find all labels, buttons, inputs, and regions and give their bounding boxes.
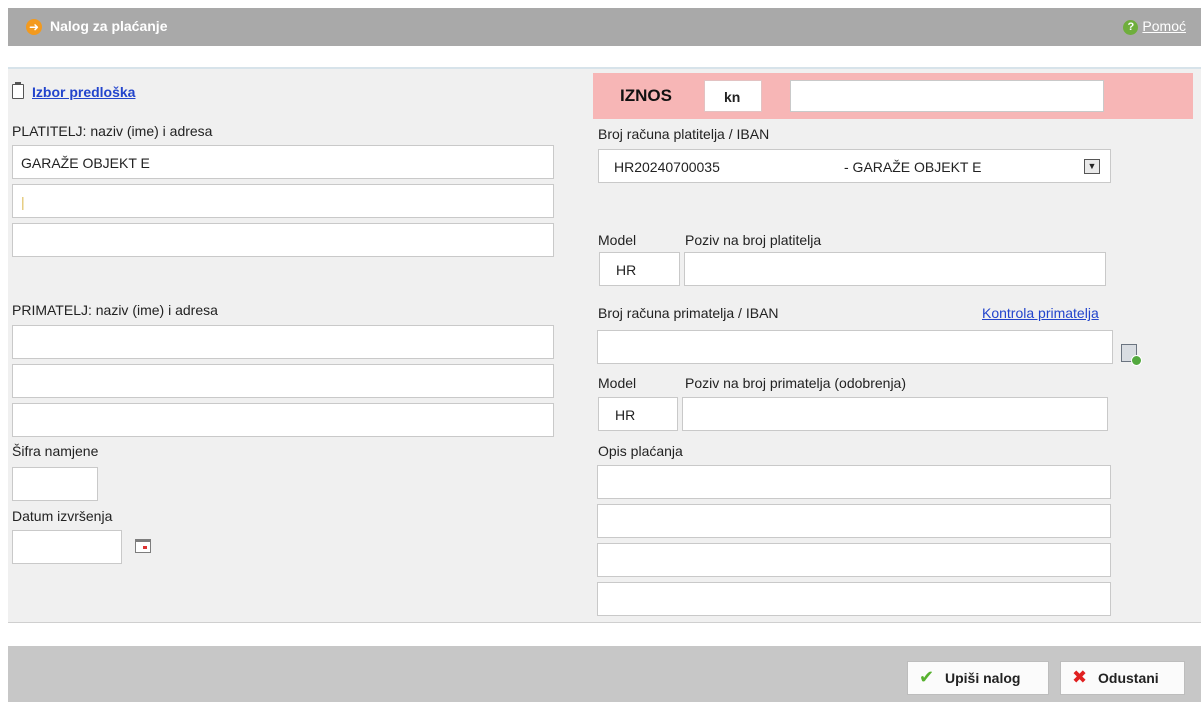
payee-address-field-2[interactable] <box>12 403 554 437</box>
description-field-2[interactable] <box>597 504 1111 538</box>
amount-section: IZNOS kn <box>593 73 1193 119</box>
help-icon: ? <box>1123 20 1139 35</box>
description-field-4[interactable] <box>597 582 1111 616</box>
dropdown-arrow-icon[interactable]: ▼ <box>1084 159 1100 174</box>
payer-model-value: HR <box>616 262 637 278</box>
cancel-label: Odustani <box>1098 670 1159 686</box>
currency-box: kn <box>704 80 762 112</box>
payment-order-form: Izbor predloška PLATITELJ: naziv (ime) i… <box>8 67 1201 623</box>
payer-address-field-1[interactable]: | <box>12 184 554 218</box>
arrow-right-icon: ➜ <box>26 19 42 35</box>
description-field-3[interactable] <box>597 543 1111 577</box>
amount-input[interactable] <box>790 80 1104 112</box>
calculator-add-icon[interactable] <box>1121 344 1142 366</box>
payee-name-field[interactable] <box>12 325 554 359</box>
payee-model-field[interactable]: HR <box>598 397 678 431</box>
payer-account-label: Broj računa platitelja / IBAN <box>598 126 770 142</box>
payer-account-iban: HR20240700035 <box>614 159 720 175</box>
payee-account-label: Broj računa primatelja / IBAN <box>598 305 779 321</box>
template-link[interactable]: Izbor predloška <box>32 84 135 100</box>
window-title-bar: ➜ Nalog za plaćanje ? Pomoć <box>8 8 1201 46</box>
payer-model-label: Model <box>598 232 637 248</box>
text-cursor: | <box>21 194 25 210</box>
payee-model-value: HR <box>615 407 636 423</box>
window-title: Nalog za plaćanje <box>50 18 168 34</box>
cancel-button[interactable]: ✖ Odustani <box>1060 661 1185 695</box>
payee-reference-label: Poziv na broj primatelja (odobrenja) <box>685 375 906 391</box>
payer-reference-field[interactable] <box>684 252 1106 286</box>
help-link[interactable]: Pomoć <box>1142 18 1186 34</box>
purpose-code-field[interactable] <box>12 467 98 501</box>
amount-label: IZNOS <box>620 86 672 105</box>
execution-date-field[interactable] <box>12 530 122 564</box>
payee-label: PRIMATELJ: naziv (ime) i adresa <box>12 302 218 318</box>
payer-reference-label: Poziv na broj platitelja <box>685 232 822 248</box>
submit-order-label: Upiši nalog <box>945 670 1021 686</box>
description-label: Opis plaćanja <box>598 443 683 459</box>
calendar-icon[interactable] <box>135 539 151 553</box>
purpose-code-label: Šifra namjene <box>12 443 99 459</box>
payer-label: PLATITELJ: naziv (ime) i adresa <box>12 123 213 139</box>
payer-model-field[interactable]: HR <box>599 252 680 286</box>
payer-name-value: GARAŽE OBJEKT E <box>21 155 150 171</box>
payee-check-link[interactable]: Kontrola primatelja <box>982 305 1099 321</box>
payee-model-label: Model <box>598 375 637 391</box>
clipboard-icon <box>12 82 24 99</box>
payee-address-field-1[interactable] <box>12 364 554 398</box>
checkmark-icon: ✔ <box>919 667 935 687</box>
template-picker[interactable]: Izbor predloška <box>12 82 135 100</box>
x-icon: ✖ <box>1072 667 1088 687</box>
description-field-1[interactable] <box>597 465 1111 499</box>
submit-order-button[interactable]: ✔ Upiši nalog <box>907 661 1049 695</box>
footer-toolbar: ✔ Upiši nalog ✖ Odustani <box>8 646 1201 702</box>
payer-address-field-2[interactable] <box>12 223 554 257</box>
payer-account-name: - GARAŽE OBJEKT E <box>844 159 982 175</box>
execution-date-label: Datum izvršenja <box>12 508 113 524</box>
help-link-container[interactable]: ? Pomoć <box>1123 18 1186 35</box>
payee-reference-field[interactable] <box>682 397 1108 431</box>
payer-name-field[interactable]: GARAŽE OBJEKT E <box>12 145 554 179</box>
payer-account-select[interactable]: HR20240700035 - GARAŽE OBJEKT E ▼ <box>598 149 1111 183</box>
payee-account-field[interactable] <box>597 330 1113 364</box>
